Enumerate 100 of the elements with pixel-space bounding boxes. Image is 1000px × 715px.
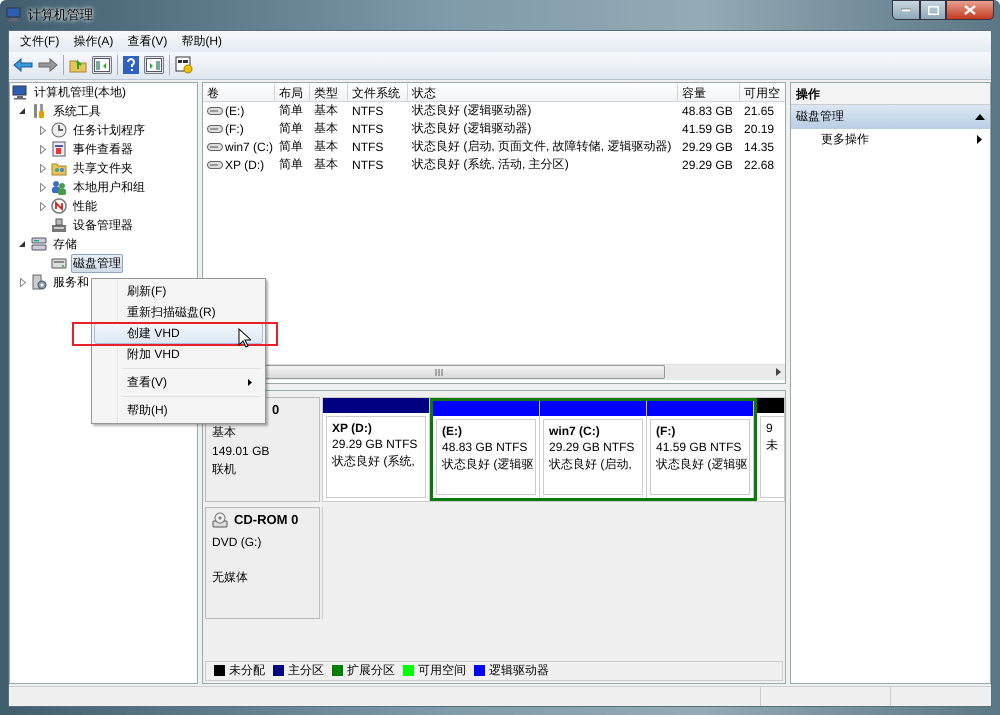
menu-item[interactable]: 查看(V) (120, 31, 174, 52)
table-cell: 状态良好 (系统, 活动, 主分区) (412, 156, 569, 174)
column-header[interactable]: 布局 (275, 82, 310, 101)
submenu-arrow-icon (248, 379, 252, 386)
column-header[interactable]: 类型 (310, 82, 348, 101)
table-cell: XP (D:) (225, 158, 264, 172)
collapsed-arrow-icon[interactable] (40, 202, 46, 211)
tree-item[interactable]: 性能 (71, 196, 99, 216)
table-cell: 简单 (279, 102, 304, 120)
table-cell: 基本 (314, 138, 338, 156)
scroll-right-icon[interactable] (775, 368, 782, 376)
legend-label: 扩展分区 (347, 662, 396, 680)
submenu-arrow-icon (977, 135, 982, 144)
partition-status: 状态良好 (启动, (549, 456, 633, 473)
column-header[interactable]: 文件系统 (348, 82, 408, 101)
table-cell: 14.35 (744, 140, 774, 154)
collapsed-arrow-icon[interactable] (40, 182, 46, 192)
tree-item[interactable]: 计算机管理(本地) (32, 82, 128, 102)
show-tree-button[interactable] (92, 56, 112, 74)
computer-icon (12, 84, 28, 100)
tree-item[interactable]: 系统工具 (51, 102, 103, 121)
disk-size: 149.01 GB (212, 444, 270, 458)
menu-item[interactable]: 帮助(H) (174, 31, 229, 52)
expanded-arrow-icon[interactable] (19, 108, 26, 115)
partition-name: (E:) (442, 424, 464, 438)
table-cell: NTFS (352, 104, 384, 118)
table-cell: 22.68 (744, 158, 774, 172)
table-cell: 48.83 GB (682, 104, 733, 118)
collapse-arrow-icon[interactable] (975, 114, 985, 120)
column-header[interactable]: 状态 (408, 82, 678, 101)
gauge-icon (51, 198, 67, 214)
pane-right-icon (146, 58, 162, 72)
tree-item[interactable]: 本地用户和组 (71, 178, 147, 197)
storage-icon (31, 236, 47, 252)
collapsed-arrow-icon[interactable] (40, 164, 46, 173)
forward-icon[interactable] (38, 57, 58, 74)
collapsed-arrow-icon[interactable] (20, 278, 26, 287)
menu-item[interactable]: 创建 VHD (94, 323, 263, 344)
disk-type: 基本 (212, 424, 238, 441)
pane-header: 操作 (791, 82, 990, 105)
collapsed-arrow-icon[interactable] (40, 144, 46, 154)
partition-size: 48.83 GB NTFS (442, 440, 528, 454)
menu-item[interactable]: 操作(A) (66, 31, 120, 52)
table-cell: 简单 (279, 120, 304, 138)
device-icon (51, 217, 67, 234)
tree-item[interactable]: 事件查看器 (71, 140, 135, 159)
table-cell: 状态良好 (逻辑驱动器) (412, 120, 532, 138)
log-book-icon (51, 141, 67, 158)
disk-name: 0 (272, 402, 280, 417)
menu-item[interactable]: 附加 VHD (94, 344, 263, 365)
table-cell: 29.29 GB (682, 158, 733, 172)
tree-item[interactable]: 磁盘管理 (71, 254, 123, 273)
users-icon (51, 179, 67, 196)
minimize-button[interactable] (892, 0, 920, 20)
properties-icon[interactable] (175, 56, 193, 74)
grip-icon (435, 368, 444, 376)
table-cell: NTFS (352, 140, 384, 154)
action-section-header[interactable]: 磁盘管理 (791, 104, 990, 129)
menu-item[interactable]: 查看(V) (94, 372, 263, 393)
partition-status: 状态良好 (系统, (332, 452, 416, 470)
action-link[interactable]: 更多操作 (821, 131, 870, 148)
disk-status: 联机 (212, 460, 238, 478)
table-cell: 状态良好 (启动, 页面文件, 故障转储, 逻辑驱动器) (412, 138, 672, 156)
up-folder-icon[interactable] (69, 57, 87, 74)
tree-item[interactable]: 存储 (51, 234, 79, 254)
menu-item[interactable]: 重新扫描磁盘(R) (94, 302, 263, 323)
maximize-button[interactable] (920, 0, 946, 20)
table-cell: 29.29 GB (682, 140, 733, 154)
services-icon (31, 274, 47, 290)
table-cell: 基本 (314, 156, 338, 174)
table-cell: win7 (C:) (225, 140, 274, 154)
expanded-arrow-icon[interactable] (19, 240, 26, 248)
maximize-icon (928, 6, 938, 14)
partition-name: win7 (C:) (549, 424, 601, 438)
partition-size: 9 (766, 420, 774, 435)
tree-item[interactable]: 共享文件夹 (71, 158, 135, 178)
disk-type: DVD (G:) (212, 534, 262, 549)
menu-item[interactable]: 文件(F) (13, 31, 66, 52)
back-icon[interactable] (13, 57, 33, 74)
tree-item[interactable]: 设备管理器 (71, 216, 135, 235)
table-cell: (E:) (225, 104, 244, 118)
optical-drive-icon (212, 512, 228, 528)
drive-icon (207, 142, 224, 152)
collapsed-arrow-icon[interactable] (40, 126, 46, 135)
disk-name: CD-ROM 0 (234, 512, 298, 528)
help-icon[interactable] (123, 56, 139, 74)
column-header[interactable]: 卷 (203, 82, 276, 101)
table-cell: 基本 (314, 120, 338, 138)
menu-item[interactable]: 刷新(F) (94, 281, 263, 302)
table-cell: 状态良好 (逻辑驱动器) (412, 102, 532, 120)
tree-item[interactable]: 服务和 (51, 272, 91, 292)
table-cell: 20.19 (744, 122, 774, 136)
close-button[interactable] (946, 0, 994, 20)
column-header[interactable]: 容量 (678, 82, 740, 101)
show-action-pane-button[interactable] (144, 56, 164, 74)
menu-item[interactable]: 帮助(H) (94, 400, 263, 421)
disk-status: 无媒体 (212, 568, 250, 586)
table-cell: (F:) (225, 122, 244, 136)
tree-item[interactable]: 任务计划程序 (71, 120, 147, 140)
legend-label: 逻辑驱动器 (489, 662, 550, 680)
